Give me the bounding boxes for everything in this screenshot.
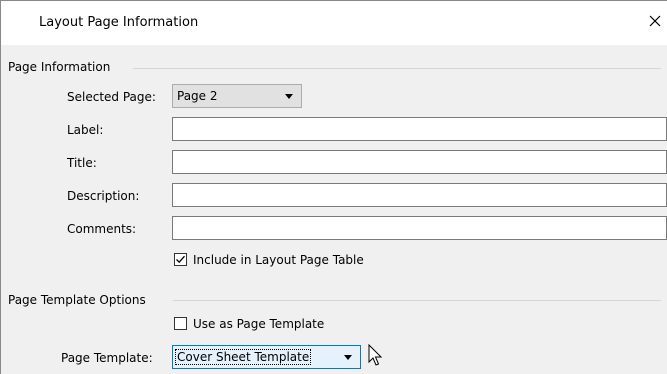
page-template-options-group-label: Page Template Options bbox=[8, 293, 146, 307]
page-template-label: Page Template: bbox=[61, 351, 153, 365]
layout-page-information-dialog: Layout Page Information Page Information… bbox=[0, 0, 667, 374]
title-field-label: Title: bbox=[67, 156, 97, 170]
page-information-divider bbox=[133, 68, 661, 69]
mouse-pointer-icon bbox=[368, 344, 382, 366]
chevron-down-icon bbox=[285, 94, 293, 99]
chevron-down-icon bbox=[344, 355, 352, 360]
comments-field-label: Comments: bbox=[67, 222, 137, 236]
use-as-page-template-row[interactable]: Use as Page Template bbox=[174, 317, 374, 333]
close-button[interactable] bbox=[643, 11, 667, 33]
page-template-value: Cover Sheet Template bbox=[175, 349, 312, 365]
title-input[interactable] bbox=[172, 150, 667, 174]
use-as-page-template-checkbox[interactable] bbox=[174, 317, 187, 330]
page-information-group-label: Page Information bbox=[8, 60, 111, 74]
dialog-title: Layout Page Information bbox=[39, 15, 199, 30]
checkmark-icon bbox=[176, 255, 185, 264]
include-in-layout-page-table-row[interactable]: Include in Layout Page Table bbox=[174, 253, 424, 269]
page-template-options-divider bbox=[173, 300, 661, 301]
title-bar: Layout Page Information bbox=[1, 1, 667, 45]
close-x-icon bbox=[649, 15, 661, 27]
include-in-layout-page-table-label: Include in Layout Page Table bbox=[193, 253, 364, 267]
comments-input[interactable] bbox=[172, 216, 667, 240]
use-as-page-template-label: Use as Page Template bbox=[193, 317, 325, 331]
include-in-layout-page-table-checkbox[interactable] bbox=[174, 253, 187, 266]
selected-page-dropdown[interactable]: Page 2 bbox=[172, 84, 302, 108]
description-field-label: Description: bbox=[67, 189, 140, 203]
selected-page-label: Selected Page: bbox=[67, 90, 156, 104]
description-input[interactable] bbox=[172, 183, 667, 207]
label-input[interactable] bbox=[172, 117, 667, 141]
page-template-dropdown[interactable]: Cover Sheet Template bbox=[172, 345, 361, 369]
selected-page-value: Page 2 bbox=[177, 89, 218, 103]
label-field-label: Label: bbox=[67, 123, 104, 137]
